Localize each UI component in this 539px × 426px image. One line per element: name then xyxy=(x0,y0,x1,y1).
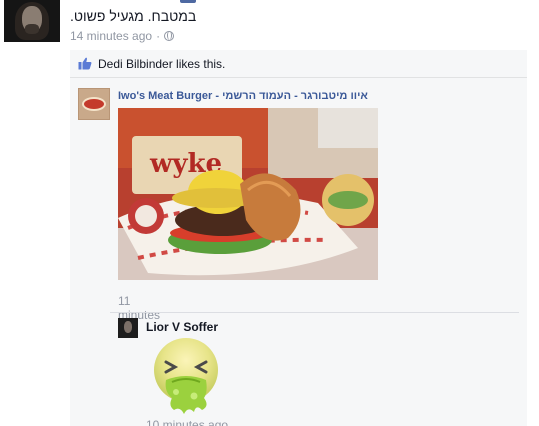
likes-text[interactable]: Dedi Bilbinder likes this. xyxy=(98,57,225,71)
post-text: במטבח. מגעיל פשוט. xyxy=(70,8,197,24)
burger-photo[interactable]: wyke xyxy=(118,108,378,280)
globe-icon[interactable] xyxy=(164,31,175,41)
likes-row: Dedi Bilbinder likes this. xyxy=(70,50,527,78)
vomit-sticker-icon[interactable] xyxy=(148,336,226,414)
post-timestamp[interactable]: 14 minutes ago xyxy=(70,29,152,43)
comments-panel: Dedi Bilbinder likes this. Iwo's Meat Bu… xyxy=(70,50,527,426)
reply-author-avatar[interactable] xyxy=(118,318,138,338)
reply-timestamp[interactable]: 10 minutes ago xyxy=(146,418,228,426)
reply-divider xyxy=(110,312,519,313)
post-meta: 14 minutes ago · xyxy=(70,29,175,43)
comment-author-link[interactable]: Iwo's Meat Burger - איוו מיטבורגר - העמו… xyxy=(118,90,398,102)
post-author-avatar[interactable] xyxy=(4,0,60,42)
top-edge-badge xyxy=(180,0,196,3)
reply-author-link[interactable]: Lior V Soffer xyxy=(146,320,218,334)
thumbs-up-icon[interactable] xyxy=(78,57,92,70)
separator-dot: · xyxy=(156,29,161,43)
page-avatar[interactable] xyxy=(78,88,110,120)
